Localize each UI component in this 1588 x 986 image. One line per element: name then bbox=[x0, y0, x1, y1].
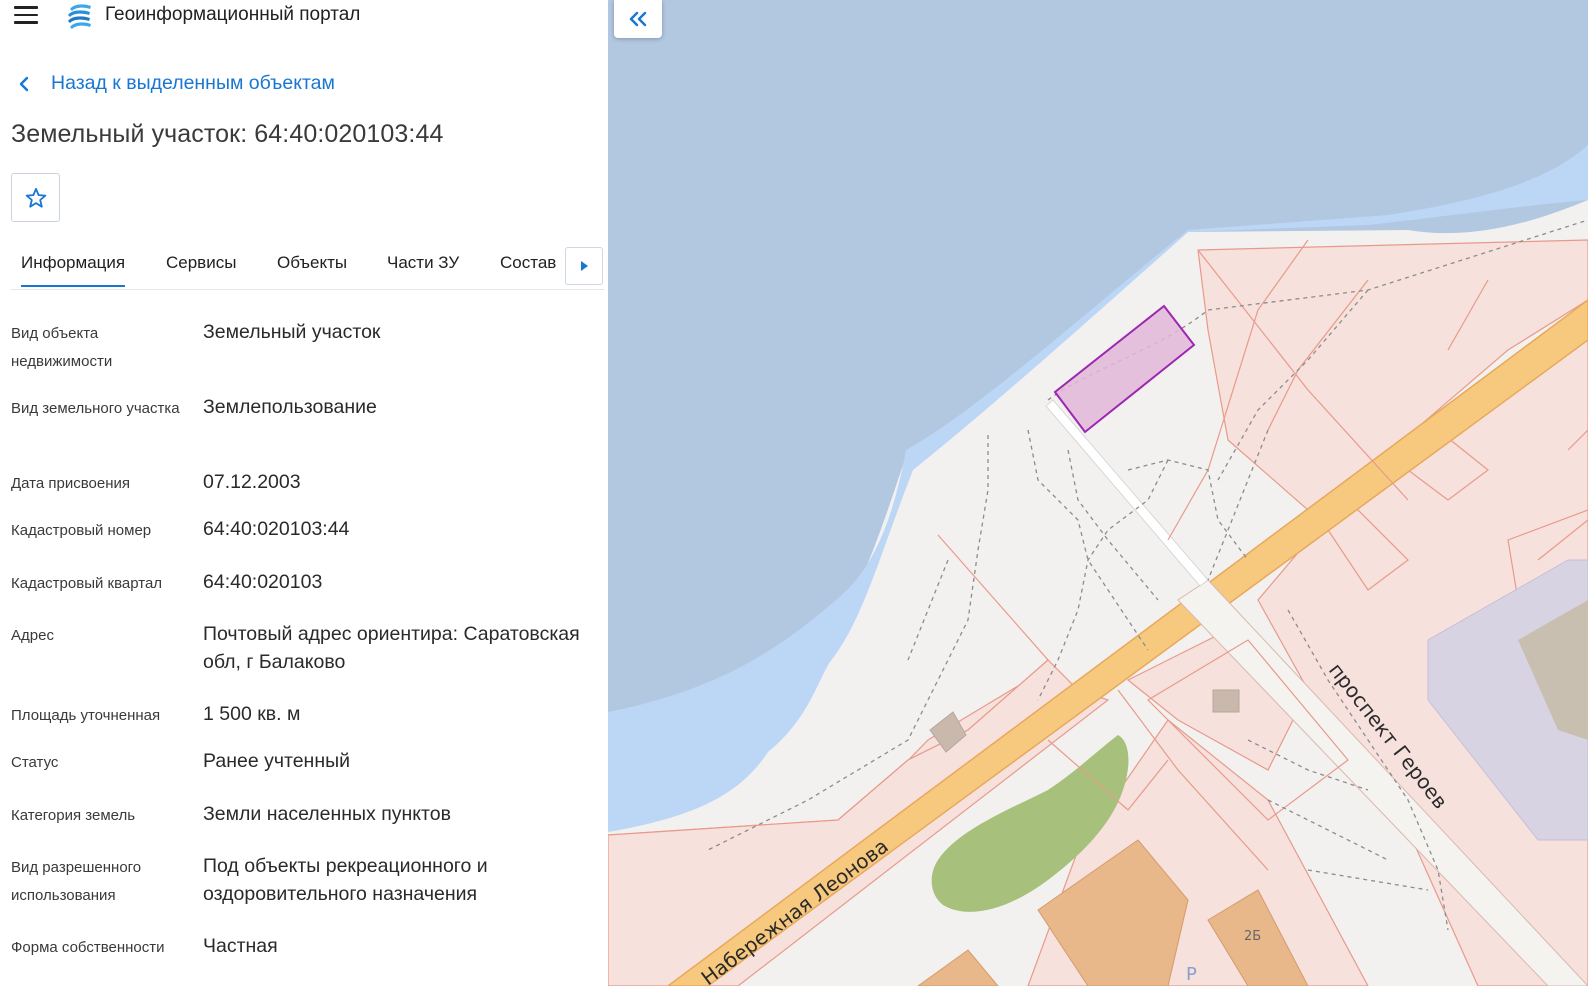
tab-objects[interactable]: Объекты bbox=[277, 253, 347, 273]
back-to-selection-link[interactable]: Назад к выделенным объектам bbox=[18, 72, 335, 95]
tab-parcel-parts[interactable]: Части ЗУ bbox=[387, 253, 459, 273]
app-title: Геоинформационный портал bbox=[105, 4, 361, 25]
parking-icon: P bbox=[1186, 964, 1197, 985]
attr-value-object-type: Земельный участок bbox=[203, 321, 381, 343]
attr-label-area: Площадь уточненная bbox=[11, 707, 161, 724]
attr-value-parcel-type: Землепользование bbox=[203, 396, 377, 418]
attr-label-assign-date: Дата присвоения bbox=[11, 475, 130, 492]
attr-label-permitted-use: Вид разрешенного использования bbox=[11, 859, 142, 904]
star-outline-icon bbox=[25, 187, 46, 208]
collapse-panel-button[interactable] bbox=[614, 0, 662, 38]
attr-value-area: 1 500 кв. м bbox=[203, 703, 301, 725]
attr-value-address: Почтовый адрес ориентира: Саратовская об… bbox=[203, 623, 580, 673]
map-canvas[interactable]: проспект Героев Набережная Леонова 2Б P bbox=[608, 0, 1588, 986]
attr-value-cadastral-number: 64:40:020103:44 bbox=[203, 518, 350, 540]
caret-right-icon bbox=[581, 261, 588, 271]
attr-label-cadastral-number: Кадастровый номер bbox=[11, 522, 152, 539]
chevron-left-icon bbox=[19, 76, 29, 91]
tab-services[interactable]: Сервисы bbox=[166, 253, 236, 273]
house-number-label: 2Б bbox=[1244, 929, 1261, 944]
attr-value-ownership: Частная bbox=[203, 935, 278, 957]
attr-label-status: Статус bbox=[11, 754, 59, 771]
attr-label-land-category: Категория земель bbox=[11, 807, 136, 824]
attr-value-status: Ранее учтенный bbox=[203, 750, 350, 772]
tab-information[interactable]: Информация bbox=[21, 253, 126, 287]
attr-value-permitted-use: Под объекты рекреационного и оздоровител… bbox=[203, 855, 488, 905]
attr-label-address: Адрес bbox=[11, 627, 54, 644]
double-chevron-left-icon bbox=[629, 11, 647, 27]
back-link-label: Назад к выделенным объектам bbox=[51, 72, 335, 94]
tabs-scroll-right-button[interactable] bbox=[565, 247, 603, 285]
attr-label-parcel-type: Вид земельного участка bbox=[11, 400, 180, 417]
tab-composition[interactable]: Состав bbox=[500, 253, 556, 273]
map-view[interactable]: проспект Героев Набережная Леонова 2Б P bbox=[608, 0, 1588, 986]
attr-label-object-type: Вид объекта недвижимости bbox=[11, 325, 113, 370]
portal-logo-icon bbox=[68, 4, 91, 29]
attr-label-cadastral-quarter: Кадастровый квартал bbox=[11, 575, 163, 592]
attr-value-assign-date: 07.12.2003 bbox=[203, 471, 301, 493]
attr-value-cadastral-quarter: 64:40:020103 bbox=[203, 571, 323, 593]
attr-value-land-category: Земли населенных пунктов bbox=[203, 803, 451, 825]
page-title: Земельный участок: 64:40:020103:44 bbox=[11, 120, 444, 148]
attr-label-ownership: Форма собственности bbox=[11, 939, 165, 956]
object-info-panel: Геоинформационный портал Назад к выделен… bbox=[0, 0, 608, 986]
object-tabs: Информация Сервисы Объекты Части ЗУ Сост… bbox=[11, 240, 604, 290]
favorite-button[interactable] bbox=[11, 173, 60, 222]
app-header: Геоинформационный портал bbox=[0, 0, 608, 34]
hamburger-icon[interactable] bbox=[14, 6, 38, 24]
